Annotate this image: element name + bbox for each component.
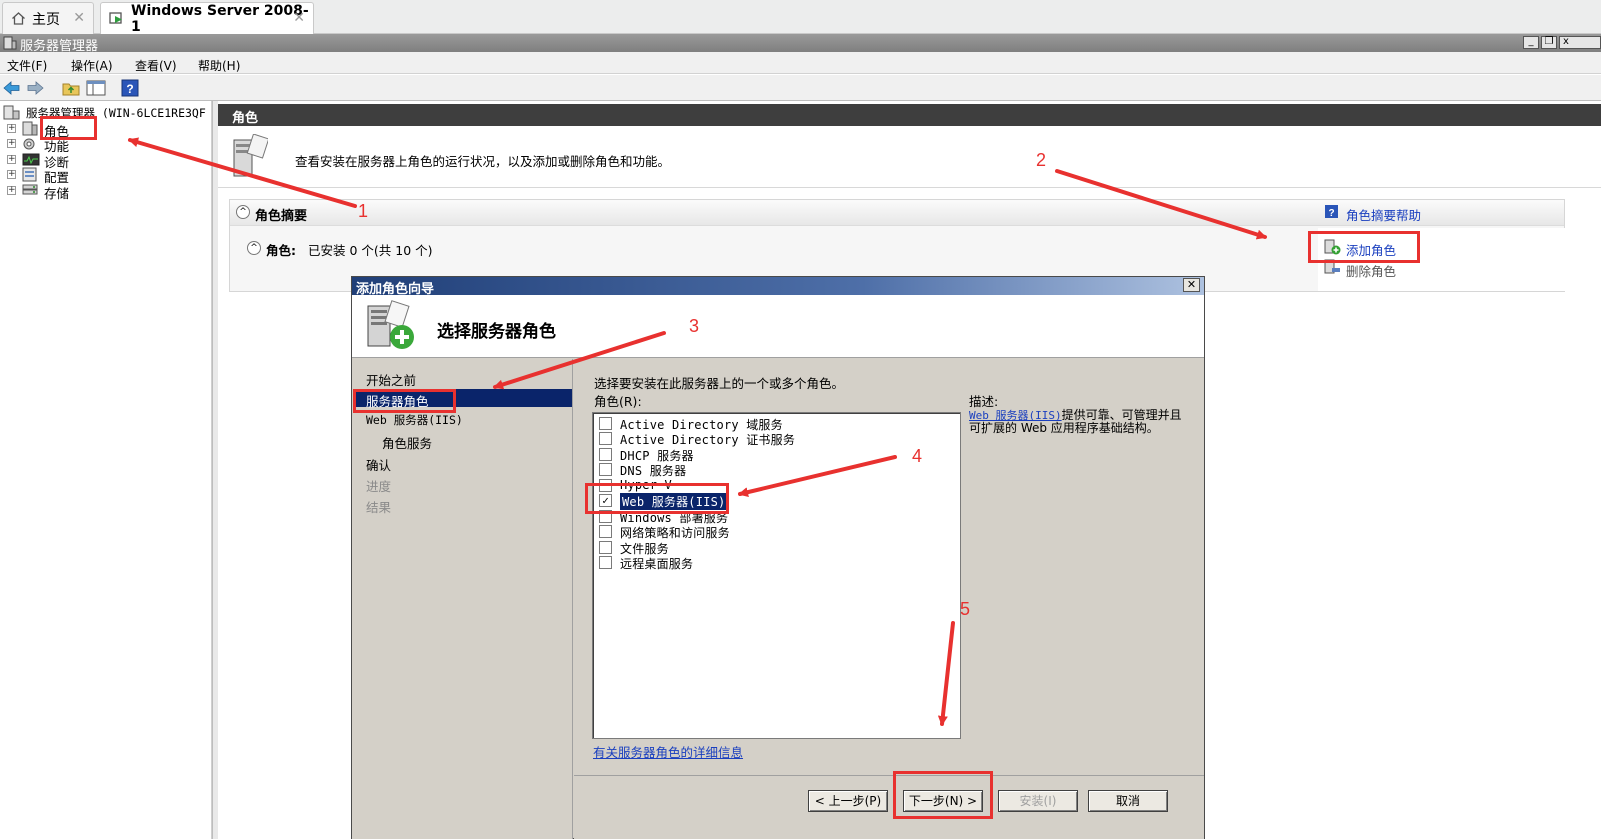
close-icon[interactable]: ✕	[293, 10, 305, 26]
step-progress: 进度	[366, 479, 392, 494]
pane-info: 查看安装在服务器上角色的运行状况，以及添加或删除角色和功能。	[218, 126, 1601, 188]
annotation-number: 1	[358, 201, 369, 221]
roles-summary-title: 角色摘要	[255, 209, 308, 224]
remove-roles-link[interactable]: 删除角色	[1346, 261, 1396, 280]
wizard-steps: 开始之前 服务器角色 Web 服务器(IIS) 角色服务 确认 进度 结果	[352, 359, 573, 839]
collapse-icon[interactable]: ^	[236, 205, 250, 219]
close-icon[interactable]: ✕	[73, 10, 85, 26]
annotation-box-server-roles	[353, 389, 456, 413]
wizard-header: 选择服务器角色	[352, 295, 1204, 358]
window-title-bar: 服务器管理器 _ ❐ x	[0, 34, 1601, 54]
annotation-box-web-server	[585, 483, 729, 514]
svg-text:?: ?	[1328, 208, 1334, 219]
configuration-icon	[22, 167, 38, 182]
description-block: Web 服务器(IIS)提供可靠、可管理并且可扩展的 Web 应用程序基础结构。	[969, 409, 1185, 435]
server-add-icon	[364, 300, 420, 352]
menu-help[interactable]: 帮助(H)	[198, 57, 240, 74]
diagnostics-icon	[22, 152, 40, 167]
checkbox[interactable]	[599, 417, 612, 430]
close-window-button[interactable]: x	[1559, 36, 1601, 49]
tab-vm-label: Windows Server 2008-1	[131, 2, 309, 35]
menu-view[interactable]: 查看(V)	[135, 57, 177, 74]
expand-icon[interactable]: +	[7, 124, 16, 133]
roles-summary-header[interactable]: ^ 角色摘要 ? 角色摘要帮助	[230, 200, 1564, 226]
menu-file[interactable]: 文件(F)	[7, 57, 47, 74]
roles-caption: 角色(R):	[594, 394, 642, 409]
console-tree: 服务器管理器 (WIN-6LCE1RE3QF + 角色 + 功能 + 诊断 + …	[0, 101, 212, 839]
vm-icon	[109, 11, 125, 26]
pane-header: 角色	[218, 104, 1601, 126]
step-web-server[interactable]: Web 服务器(IIS)	[366, 412, 463, 428]
checkbox[interactable]	[599, 463, 612, 476]
tab-home[interactable]: 主页 ✕	[2, 2, 94, 34]
annotation-number: 5	[960, 599, 971, 619]
annotation-box-add-roles	[1308, 231, 1420, 263]
annotation-number: 2	[1036, 150, 1047, 170]
server-manager-icon	[3, 36, 17, 50]
toolbar: ?	[0, 75, 1601, 101]
expand-icon[interactable]: +	[7, 155, 16, 164]
previous-button[interactable]: < 上一步(P)	[808, 790, 888, 812]
checkbox[interactable]	[599, 525, 612, 538]
vmware-tab-bar: 主页 ✕ Windows Server 2008-1 ✕	[0, 0, 1601, 35]
cancel-button[interactable]: 取消	[1088, 790, 1168, 812]
back-arrow-icon[interactable]	[3, 79, 21, 97]
collapse-icon[interactable]: ^	[247, 241, 261, 255]
annotation-box-roles	[40, 116, 97, 140]
expand-icon[interactable]: +	[7, 139, 16, 148]
pane-title: 角色	[232, 111, 259, 126]
wizard-title-bar: 添加角色向导 ✕	[352, 277, 1204, 297]
roles-count-status: 已安装 0 个(共 10 个)	[308, 243, 433, 258]
features-icon	[22, 136, 38, 151]
more-info-link[interactable]: 有关服务器角色的详细信息	[593, 742, 743, 761]
annotation-box-next	[893, 771, 993, 819]
pane-info-text: 查看安装在服务器上角色的运行状况，以及添加或删除角色和功能。	[295, 154, 671, 169]
checkbox[interactable]	[599, 432, 612, 445]
forward-arrow-icon[interactable]	[26, 79, 44, 97]
roles-icon	[22, 121, 38, 136]
tab-vm[interactable]: Windows Server 2008-1 ✕	[100, 2, 314, 35]
tab-home-label: 主页	[32, 11, 60, 28]
roles-summary-help-link[interactable]: 角色摘要帮助	[1346, 205, 1421, 224]
show-hide-tree-icon[interactable]	[86, 79, 106, 97]
step-before-you-begin[interactable]: 开始之前	[366, 370, 416, 389]
home-icon	[11, 11, 26, 26]
up-folder-icon[interactable]	[62, 79, 80, 97]
annotation-number: 4	[912, 446, 923, 466]
wizard-heading: 选择服务器角色	[437, 322, 556, 342]
step-confirmation[interactable]: 确认	[366, 455, 391, 474]
tree-item-label: 存储	[44, 186, 70, 201]
menu-bar: 文件(F) 操作(A) 查看(V) 帮助(H)	[0, 52, 1601, 74]
expand-icon[interactable]: +	[7, 170, 16, 179]
annotation-number: 3	[689, 316, 700, 336]
step-results: 结果	[366, 500, 392, 515]
roles-count-label: 角色:	[266, 243, 296, 258]
close-icon[interactable]: ✕	[1183, 278, 1200, 292]
checkbox[interactable]	[599, 448, 612, 461]
roles-large-icon	[232, 134, 268, 180]
storage-icon	[22, 183, 38, 198]
checkbox[interactable]	[599, 541, 612, 554]
step-role-services[interactable]: 角色服务	[382, 433, 432, 452]
roles-list[interactable]: Active Directory 域服务 Active Directory 证书…	[592, 412, 961, 739]
checkbox[interactable]	[599, 556, 612, 569]
expand-icon[interactable]: +	[7, 186, 16, 195]
wizard-instruction: 选择要安装在此服务器上的一个或多个角色。	[594, 376, 845, 391]
install-button: 安装(I)	[998, 790, 1078, 812]
help-icon[interactable]: ?	[121, 79, 139, 97]
description-label: 描述:	[969, 394, 999, 409]
help-icon[interactable]: ?	[1324, 204, 1339, 219]
menu-action[interactable]: 操作(A)	[71, 57, 113, 74]
svg-text:?: ?	[126, 82, 133, 96]
server-manager-icon	[3, 105, 21, 121]
minimize-button[interactable]: _	[1523, 36, 1539, 49]
restore-button[interactable]: ❐	[1541, 36, 1557, 49]
